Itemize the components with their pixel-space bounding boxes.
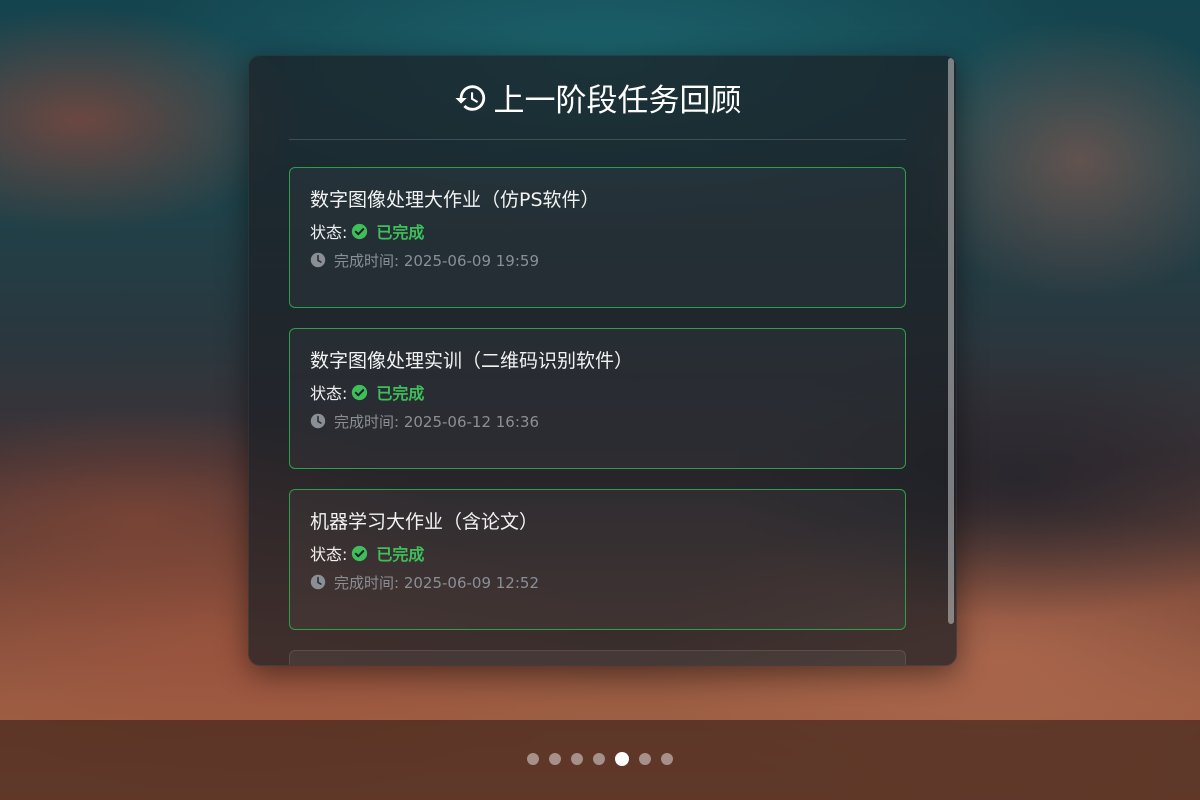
status-value: 已完成 <box>376 545 425 564</box>
task-card[interactable]: 数字图像处理大作业（仿PS软件） 状态: 已完成 完成时间: 2025-06-0… <box>289 167 906 308</box>
task-title: 数字图像处理大作业（仿PS软件） <box>310 189 600 211</box>
history-icon <box>454 81 488 115</box>
panel-title: 上一阶段任务回顾 <box>493 83 742 119</box>
panel-header: 上一阶段任务回顾 <box>289 56 906 140</box>
completion-time: 完成时间: 2025-06-12 16:36 <box>334 412 539 431</box>
pagination-dot[interactable] <box>549 753 561 765</box>
pagination-dot[interactable] <box>661 753 673 765</box>
check-circle-icon <box>352 384 368 400</box>
panel-scrollbar[interactable] <box>948 58 954 624</box>
completion-time: 完成时间: 2025-06-09 19:59 <box>334 251 539 270</box>
task-card-partial[interactable] <box>289 650 906 665</box>
task-card[interactable]: 数字图像处理实训（二维码识别软件） 状态: 已完成 完成时间: 2025-06-… <box>289 328 906 469</box>
clock-icon <box>310 574 326 590</box>
pagination-dot[interactable] <box>527 753 539 765</box>
task-title: 机器学习大作业（含论文） <box>310 511 539 533</box>
status-value: 已完成 <box>376 223 425 242</box>
status-row: 状态: 已完成 <box>310 543 885 564</box>
pagination-dot[interactable] <box>593 753 605 765</box>
status-label: 状态: <box>310 384 348 403</box>
check-circle-icon <box>352 545 368 561</box>
task-card[interactable]: 机器学习大作业（含论文） 状态: 已完成 完成时间: 2025-06-09 12… <box>289 489 906 630</box>
status-label: 状态: <box>310 545 348 564</box>
time-row: 完成时间: 2025-06-12 16:36 <box>310 411 885 431</box>
status-row: 状态: 已完成 <box>310 221 885 242</box>
pagination-dot[interactable] <box>571 753 583 765</box>
completion-time: 完成时间: 2025-06-09 12:52 <box>334 573 539 592</box>
panel-content: 上一阶段任务回顾 数字图像处理大作业（仿PS软件） 状态: 已完成 完成时间: … <box>289 56 906 665</box>
clock-icon <box>310 252 326 268</box>
time-row: 完成时间: 2025-06-09 19:59 <box>310 250 885 270</box>
check-circle-icon <box>352 223 368 239</box>
status-value: 已完成 <box>376 384 425 403</box>
pagination-dots <box>0 752 1200 766</box>
clock-icon <box>310 413 326 429</box>
pagination-dot-active[interactable] <box>615 752 629 766</box>
task-review-panel: 上一阶段任务回顾 数字图像处理大作业（仿PS软件） 状态: 已完成 完成时间: … <box>248 55 957 666</box>
task-title: 数字图像处理实训（二维码识别软件） <box>310 350 634 372</box>
time-row: 完成时间: 2025-06-09 12:52 <box>310 572 885 592</box>
status-label: 状态: <box>310 223 348 242</box>
pagination-dot[interactable] <box>639 753 651 765</box>
status-row: 状态: 已完成 <box>310 382 885 403</box>
